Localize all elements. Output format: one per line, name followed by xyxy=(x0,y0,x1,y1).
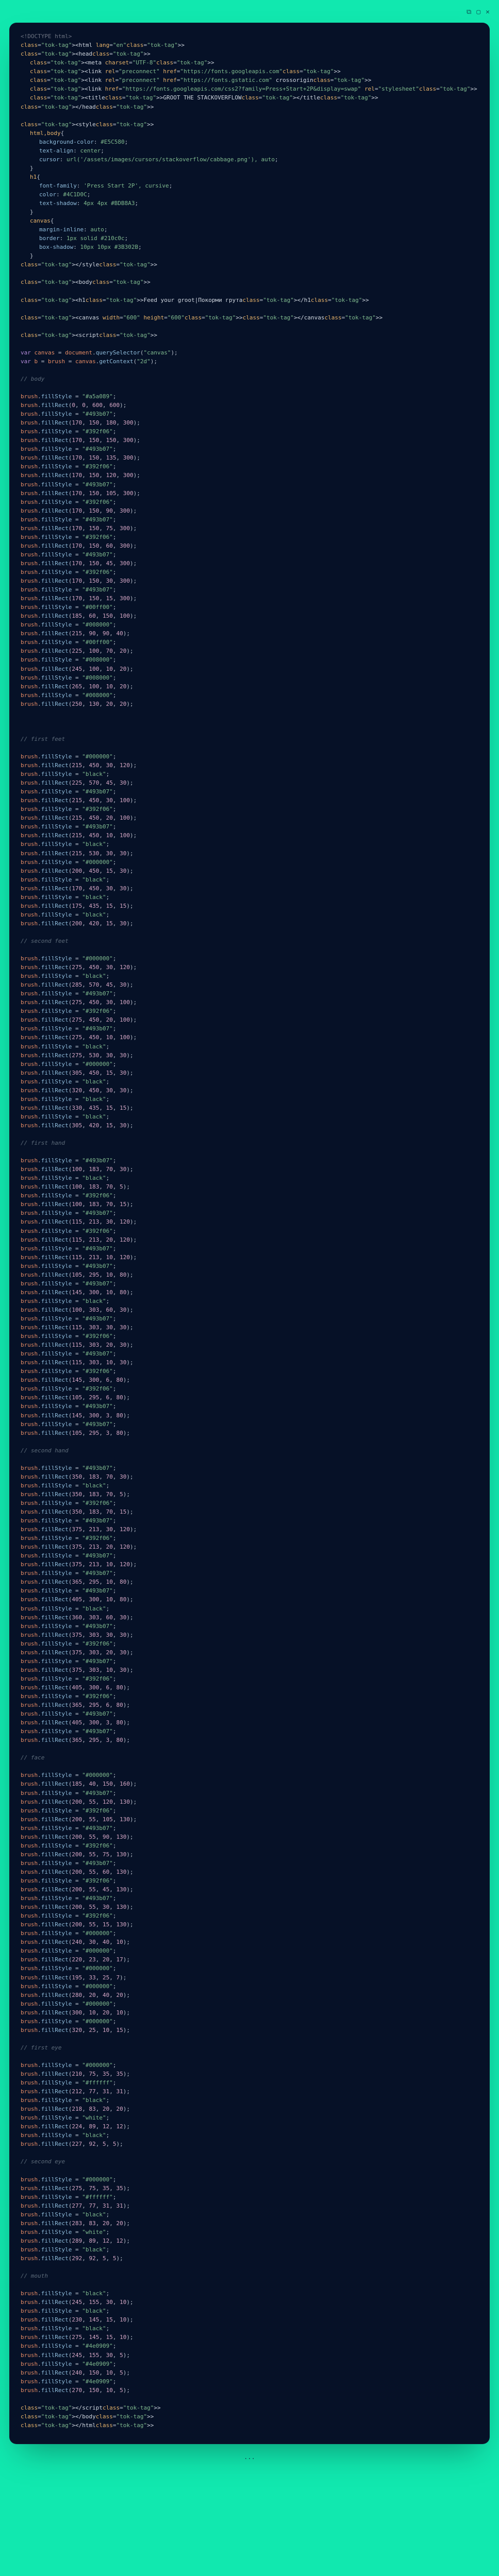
code-card: <!DOCTYPE html>class="tok-tag"><html lan… xyxy=(9,23,490,2444)
window-controls: ⧉ ▢ ✕ xyxy=(9,6,490,23)
close-icon[interactable]: ✕ xyxy=(486,7,490,18)
code-listing: <!DOCTYPE html>class="tok-tag"><html lan… xyxy=(21,32,478,2430)
copy-icon[interactable]: ⧉ xyxy=(467,7,471,18)
footer-ellipsis: ... xyxy=(9,2444,490,2464)
restore-icon[interactable]: ▢ xyxy=(476,7,480,18)
